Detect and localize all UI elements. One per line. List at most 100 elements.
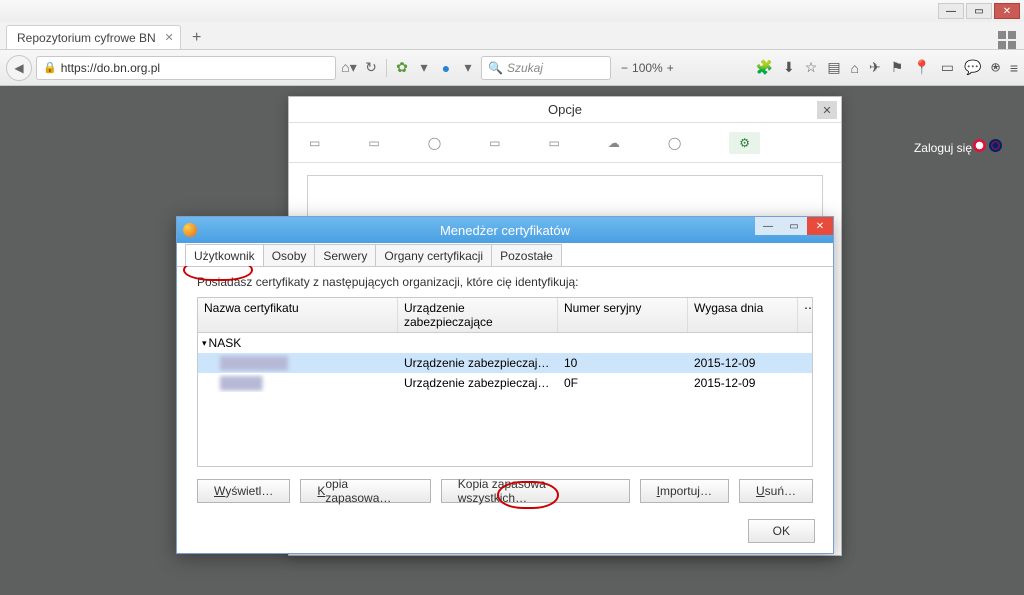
cert-minimize-button[interactable]: — bbox=[755, 217, 781, 235]
cert-device: Urządzenie zabezpieczające bbox=[398, 354, 558, 372]
options-tab-icon[interactable]: ◯ bbox=[428, 136, 441, 150]
zoom-out-button[interactable]: − bbox=[621, 61, 628, 75]
cert-grid-body: ▾NASK ████████ Urządzenie zabezpieczając… bbox=[198, 333, 812, 393]
cert-backup-button[interactable]: Kopia zapasowa… bbox=[300, 479, 430, 503]
options-tab-icon[interactable]: ▭ bbox=[309, 136, 320, 150]
cert-group-row[interactable]: ▾NASK bbox=[198, 333, 812, 353]
puzzle-icon[interactable]: 🧩 bbox=[756, 59, 773, 76]
cert-expires: 2015-12-09 bbox=[688, 354, 798, 372]
zoom-in-button[interactable]: + bbox=[667, 61, 674, 75]
cert-expires: 2015-12-09 bbox=[688, 374, 798, 392]
collapse-icon[interactable]: ▾ bbox=[202, 338, 207, 349]
new-tab-button[interactable]: + bbox=[185, 27, 209, 49]
toolbar-right-icons: 🧩 ⬇ ☆ ▤ ⌂ ✈ ⚑ 📍 ▭ 💬 ⍟ ≡ bbox=[756, 59, 1018, 76]
menu-icon[interactable]: ≡ bbox=[1010, 60, 1018, 76]
cert-tab-user[interactable]: Użytkownik bbox=[185, 244, 264, 266]
browser-tab[interactable]: Repozytorium cyfrowe BN ✕ bbox=[6, 25, 181, 49]
cert-name-blurred: █████ bbox=[220, 376, 263, 390]
cert-manager-dialog: Menedżer certyfikatów — ▭ ✕ Użytkownik O… bbox=[176, 216, 834, 554]
home-icon[interactable]: ⌂ bbox=[851, 60, 859, 76]
url-text: https://do.bn.org.pl bbox=[61, 61, 160, 75]
addon-gear-icon[interactable]: ✿ bbox=[393, 59, 411, 77]
search-icon: 🔍 bbox=[488, 61, 503, 75]
chat-icon[interactable]: 💬 bbox=[964, 59, 981, 76]
zoom-controls: − 100% + bbox=[621, 61, 674, 75]
lbl: suń… bbox=[765, 484, 796, 498]
options-tab-icon[interactable]: ◯ bbox=[668, 136, 681, 150]
options-tab-icon[interactable]: ▭ bbox=[368, 136, 379, 150]
flag-pl-icon[interactable] bbox=[973, 139, 986, 152]
cert-delete-button[interactable]: Usuń… bbox=[739, 479, 813, 503]
cert-serial: 0F bbox=[558, 374, 688, 392]
cert-grid-header: Nazwa certyfikatu Urządzenie zabezpiecza… bbox=[198, 298, 812, 333]
tiles-icon[interactable] bbox=[998, 31, 1016, 49]
cert-tab-people[interactable]: Osoby bbox=[263, 244, 316, 266]
cert-maximize-button[interactable]: ▭ bbox=[781, 217, 807, 235]
options-title: Opcje ✕ bbox=[289, 97, 841, 123]
tab-close-icon[interactable]: ✕ bbox=[165, 31, 174, 44]
browser-navbar: ◀ 🔒 https://do.bn.org.pl ⌂▾ ↻ ✿ ▾ ● ▾ 🔍 … bbox=[0, 50, 1024, 86]
dropdown-icon-2[interactable]: ▾ bbox=[459, 59, 477, 77]
cert-backup-all-button[interactable]: Kopia zapasowa wszystkich… bbox=[441, 479, 630, 503]
col-expires[interactable]: Wygasa dnia bbox=[688, 298, 798, 332]
col-device[interactable]: Urządzenie zabezpieczające bbox=[398, 298, 558, 332]
window-close-button[interactable]: ✕ bbox=[994, 3, 1020, 19]
cert-tab-servers[interactable]: Serwery bbox=[314, 244, 376, 266]
home-dropdown-icon[interactable]: ⌂▾ bbox=[340, 59, 358, 77]
flag-en-icon[interactable] bbox=[989, 139, 1002, 152]
options-tab-icon[interactable]: ▭ bbox=[548, 136, 559, 150]
lock-icon: 🔒 bbox=[43, 61, 57, 74]
cert-tabs: Użytkownik Osoby Serwery Organy certyfik… bbox=[177, 243, 833, 267]
tab-label: Repozytorium cyfrowe BN bbox=[17, 31, 156, 45]
col-name[interactable]: Nazwa certyfikatu bbox=[198, 298, 398, 332]
blue-dot-icon[interactable]: ● bbox=[437, 59, 455, 77]
options-tab-selected-icon[interactable]: ⚙ bbox=[729, 132, 760, 154]
cert-tab-auth[interactable]: Organy certyfikacji bbox=[375, 244, 492, 266]
zoom-value: 100% bbox=[632, 61, 663, 75]
lbl: Kopia zapasowa wszystkich… bbox=[458, 477, 613, 505]
pin-icon[interactable]: 📍 bbox=[913, 59, 930, 76]
options-tab-icon[interactable]: ▭ bbox=[489, 136, 500, 150]
download-icon[interactable]: ⬇ bbox=[783, 59, 795, 76]
cert-info-text: Posiadasz certyfikaty z następujących or… bbox=[177, 267, 833, 293]
cert-serial: 10 bbox=[558, 354, 688, 372]
window-titlebar: — ▭ ✕ bbox=[0, 0, 1024, 22]
search-bar[interactable]: 🔍 Szukaj bbox=[481, 56, 611, 80]
lbl: opia zapasowa… bbox=[325, 477, 413, 505]
cert-name-blurred: ████████ bbox=[220, 356, 288, 370]
list-icon[interactable]: ▤ bbox=[827, 59, 840, 76]
cert-tab-other[interactable]: Pozostałe bbox=[491, 244, 562, 266]
flag-icon[interactable]: ⚑ bbox=[891, 59, 904, 76]
back-button[interactable]: ◀ bbox=[6, 55, 32, 81]
lbl: mportuj… bbox=[660, 484, 712, 498]
cert-row[interactable]: ████████ Urządzenie zabezpieczające 10 2… bbox=[198, 353, 812, 373]
cert-title: Menedżer certyfikatów bbox=[440, 223, 570, 238]
send-icon[interactable]: ✈ bbox=[869, 59, 881, 76]
cert-ok-button[interactable]: OK bbox=[748, 519, 815, 543]
cert-grid: Nazwa certyfikatu Urządzenie zabezpiecza… bbox=[197, 297, 813, 467]
separator bbox=[386, 59, 387, 77]
page-viewport: Zaloguj się Opcje ✕ ▭ ▭ ◯ ▭ ▭ ☁ ◯ ⚙ OK A… bbox=[0, 86, 1024, 595]
reload-icon[interactable]: ↻ bbox=[362, 59, 380, 77]
window-maximize-button[interactable]: ▭ bbox=[966, 3, 992, 19]
window-minimize-button[interactable]: — bbox=[938, 3, 964, 19]
cert-row[interactable]: █████ Urządzenie zabezpieczające 0F 2015… bbox=[198, 373, 812, 393]
options-tab-icon[interactable]: ☁ bbox=[608, 136, 620, 150]
col-serial[interactable]: Numer seryjny bbox=[558, 298, 688, 332]
search-placeholder: Szukaj bbox=[507, 61, 543, 75]
cert-view-button[interactable]: Wyświetl… bbox=[197, 479, 290, 503]
book-icon[interactable]: ▭ bbox=[941, 59, 954, 76]
cert-window-controls: — ▭ ✕ bbox=[755, 217, 833, 235]
col-picker-icon[interactable]: ⋯ bbox=[798, 298, 812, 332]
url-bar[interactable]: 🔒 https://do.bn.org.pl bbox=[36, 56, 336, 80]
cert-import-button[interactable]: Importuj… bbox=[640, 479, 729, 503]
options-tab-row: ▭ ▭ ◯ ▭ ▭ ☁ ◯ ⚙ bbox=[289, 123, 841, 163]
dropdown-icon[interactable]: ▾ bbox=[415, 59, 433, 77]
person-icon[interactable]: ⍟ bbox=[991, 59, 999, 76]
login-link[interactable]: Zaloguj się bbox=[914, 141, 972, 155]
star-icon[interactable]: ☆ bbox=[805, 59, 818, 76]
cert-footer: OK bbox=[748, 519, 815, 543]
options-close-button[interactable]: ✕ bbox=[817, 101, 837, 119]
cert-close-button[interactable]: ✕ bbox=[807, 217, 833, 235]
group-label: NASK bbox=[209, 336, 242, 350]
